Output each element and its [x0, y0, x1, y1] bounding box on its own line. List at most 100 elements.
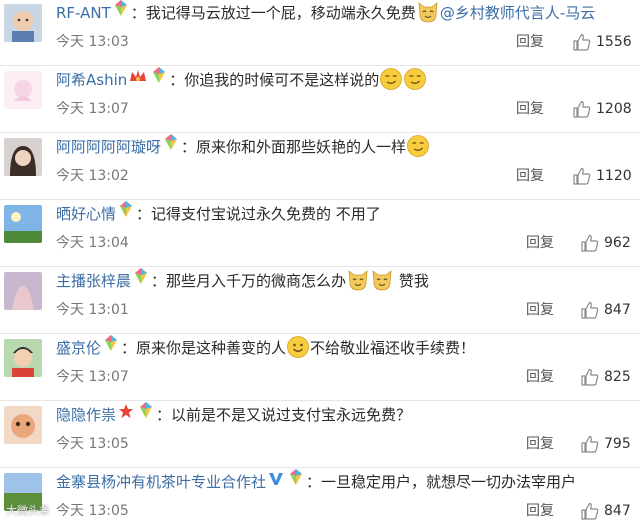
avatar[interactable] [4, 205, 42, 243]
smirk-emoji-icon [379, 67, 403, 91]
comment-text: 你追我的时候可不是这样说的 [184, 71, 380, 89]
mention-link[interactable]: @乡村教师代言人-马云 [440, 4, 595, 22]
separator: ： [121, 339, 137, 357]
comment-row: 盛京伦 ：原来你是这种善变的人 不给敬业福还收手续费！ 今天 13:07 回复 825 [0, 335, 640, 401]
star-badge-icon [118, 402, 134, 426]
gem-badge-icon [163, 133, 179, 158]
username-link[interactable]: 金寨县杨冲有机茶叶专业合作社 [56, 473, 266, 491]
thumbs-up-icon[interactable] [572, 31, 592, 53]
avatar[interactable] [4, 4, 42, 42]
avatar[interactable] [4, 71, 42, 109]
like-count: 962 [604, 235, 631, 251]
gem-badge-icon [288, 468, 304, 493]
cat-emoji-icon [346, 268, 370, 292]
comment-row: 隐隐作祟 ：以前是不是又说过支付宝永远免费？ 今天 13:05 回复 795 [0, 402, 640, 468]
gem-badge-icon [113, 0, 129, 24]
thumbs-up-icon[interactable] [580, 299, 600, 321]
reply-button[interactable]: 回复 [526, 435, 554, 453]
thumbs-up-icon[interactable] [580, 232, 600, 254]
comment-time: 今天 13:04 [56, 235, 129, 251]
comment-text: 以前是不是又说过支付宝永远免费？ [171, 406, 412, 424]
comment-row: 阿希Ashin ：你追我的时候可不是这样说的 今天 13:07 回复 1208 [0, 67, 640, 133]
separator: ： [130, 4, 146, 22]
smile-emoji-icon [286, 335, 310, 359]
reply-button[interactable]: 回复 [526, 234, 554, 252]
comment-line: 阿希Ashin ：你追我的时候可不是这样说的 [56, 66, 634, 92]
comment-time: 今天 13:07 [56, 101, 129, 117]
like-count: 825 [604, 369, 631, 385]
thumbs-up-icon[interactable] [572, 98, 592, 120]
avatar[interactable] [4, 339, 42, 377]
comment-text: 原来你和外面那些妖艳的人一样 [196, 138, 407, 156]
comment-text: 记得支付宝说过永久免费的 不用了 [151, 205, 381, 223]
like-count: 847 [604, 302, 631, 318]
gem-badge-icon [103, 334, 119, 359]
comment-line: 金寨县杨冲有机茶叶专业合作社 ：一旦稳定用户，就想尽一切办法宰用户 [56, 468, 634, 494]
watermark: 大微头条 [6, 504, 50, 517]
comment-line: 晒好心情 ：记得支付宝说过永久免费的 不用了 [56, 200, 634, 226]
comment-text: 我记得马云放过一个屁，移动端永久免费 [145, 4, 416, 22]
like-count: 795 [604, 436, 631, 452]
comment-row: 金寨县杨冲有机茶叶专业合作社 ：一旦稳定用户，就想尽一切办法宰用户今天 13:05… [0, 469, 640, 521]
separator: ： [136, 205, 152, 223]
like-count: 847 [604, 503, 631, 519]
separator: ： [151, 272, 167, 290]
comment-row: 晒好心情 ：记得支付宝说过永久免费的 不用了今天 13:04 回复 962 [0, 201, 640, 267]
reply-button[interactable]: 回复 [526, 502, 554, 520]
avatar[interactable] [4, 406, 42, 444]
username-link[interactable]: 隐隐作祟 [56, 406, 116, 424]
username-link[interactable]: 盛京伦 [56, 339, 101, 357]
avatar[interactable] [4, 272, 42, 310]
avatar[interactable] [4, 138, 42, 176]
separator: ： [169, 71, 185, 89]
comment-time: 今天 13:02 [56, 168, 129, 184]
comment-row: 主播张梓晨 ：那些月入千万的微商怎么办 赞我今天 13:01 回复 847 [0, 268, 640, 334]
like-count: 1120 [596, 168, 632, 184]
thumbs-up-icon[interactable] [580, 366, 600, 388]
like-count: 1556 [596, 34, 632, 50]
reply-button[interactable]: 回复 [526, 368, 554, 386]
cat-emoji-icon [370, 268, 394, 292]
comment-text: 那些月入千万的微商怎么办 [166, 272, 347, 290]
comment-line: RF-ANT ：我记得马云放过一个屁，移动端永久免费 @乡村教师代言人-马云 [56, 0, 634, 25]
gem-badge-icon [118, 200, 134, 225]
comment-text: 不给敬业福还收手续费！ [310, 339, 476, 357]
reply-button[interactable]: 回复 [516, 167, 544, 185]
username-link[interactable]: 阿阿阿阿阿璇呀 [56, 138, 161, 156]
gem-badge-icon [138, 401, 154, 426]
thumbs-up-icon[interactable] [580, 500, 600, 521]
comment-time: 今天 13:05 [56, 503, 129, 519]
cat-emoji-icon [416, 0, 440, 24]
thumbs-up-icon[interactable] [580, 433, 600, 455]
v-badge-icon [268, 469, 284, 493]
comment-row: 阿阿阿阿阿璇呀 ：原来你和外面那些妖艳的人一样今天 13:02 回复 1120 [0, 134, 640, 200]
comment-line: 盛京伦 ：原来你是这种善变的人 不给敬业福还收手续费！ [56, 334, 634, 360]
comment-text: 赞我 [394, 272, 429, 290]
username-link[interactable]: 阿希Ashin [56, 71, 127, 89]
reply-button[interactable]: 回复 [526, 301, 554, 319]
comment-line: 隐隐作祟 ：以前是不是又说过支付宝永远免费？ [56, 401, 634, 427]
reply-button[interactable]: 回复 [516, 100, 544, 118]
comment-text: 一旦稳定用户，就想尽一切办法宰用户 [321, 473, 577, 491]
smirk-emoji-icon [406, 134, 430, 158]
gem-badge-icon [133, 267, 149, 292]
separator: ： [306, 473, 322, 491]
comment-row: RF-ANT ：我记得马云放过一个屁，移动端永久免费 @乡村教师代言人-马云今天 1… [0, 0, 640, 66]
separator: ： [156, 406, 172, 424]
separator: ： [181, 138, 197, 156]
comment-time: 今天 13:01 [56, 302, 129, 318]
crown-badge-icon [129, 67, 147, 91]
smirk-emoji-icon [403, 67, 427, 91]
username-link[interactable]: RF-ANT [56, 4, 111, 22]
username-link[interactable]: 主播张梓晨 [56, 272, 131, 290]
comment-text: 原来你是这种善变的人 [136, 339, 287, 357]
comment-line: 主播张梓晨 ：那些月入千万的微商怎么办 赞我 [56, 267, 634, 293]
reply-button[interactable]: 回复 [516, 33, 544, 51]
gem-badge-icon [151, 66, 167, 91]
comment-time: 今天 13:05 [56, 436, 129, 452]
comment-line: 阿阿阿阿阿璇呀 ：原来你和外面那些妖艳的人一样 [56, 133, 634, 159]
username-link[interactable]: 晒好心情 [56, 205, 116, 223]
thumbs-up-icon[interactable] [572, 165, 592, 187]
comment-time: 今天 13:07 [56, 369, 129, 385]
comment-time: 今天 13:03 [56, 34, 129, 50]
